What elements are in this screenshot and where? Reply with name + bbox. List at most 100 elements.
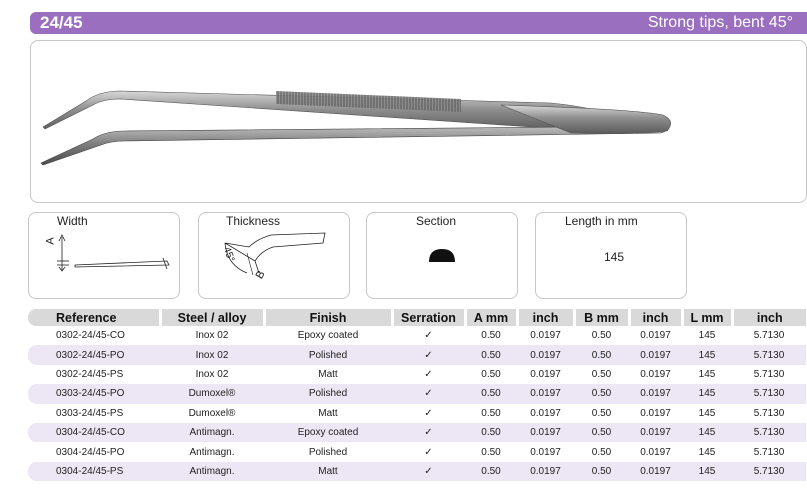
length-title: Length in mm (565, 214, 638, 228)
cell-l-mm: 145 (698, 446, 716, 458)
col-header-serration: Serration (392, 309, 467, 326)
table-header-row: Reference Steel / alloy Finish Serration… (28, 309, 806, 326)
cell-finish: Epoxy coated (297, 330, 359, 342)
cell-l-inch: 5.7130 (753, 368, 785, 380)
cell-finish: Polished (264, 345, 392, 365)
col-header-a-mm: A mm (465, 309, 519, 326)
cell-reference: 0302-24/45-CO (56, 330, 125, 342)
cell-reference: 0304-24/45-CO (28, 422, 160, 443)
section-shape-icon (429, 249, 455, 262)
cell-l-inch: 5.7130 (732, 384, 806, 404)
table-row: 0302-24/45-PO Inox 02 Polished ✓ 0.50 0.0197 0… (28, 345, 806, 365)
cell-reference: 0304-24/45-PO (56, 446, 125, 458)
section-spec-box: Section (366, 212, 518, 299)
cell-l-mm: 145 (682, 461, 732, 482)
cell-l-mm: 145 (698, 407, 716, 419)
cell-a-mm: 0.50 (465, 461, 517, 482)
cell-b-mm: 0.50 (574, 461, 629, 482)
cell-steel: Inox 02 (160, 345, 264, 365)
thickness-diagram (224, 232, 326, 276)
cell-b-inch: 0.0197 (640, 368, 671, 380)
cell-l-mm: 145 (682, 345, 732, 365)
cell-l-inch: 5.7130 (753, 446, 785, 458)
cell-a-inch: 0.0197 (530, 446, 561, 458)
cell-b-inch: 0.0197 (640, 330, 671, 342)
cell-finish: Polished (308, 446, 348, 458)
col-header-steel: Steel / alloy (160, 309, 266, 326)
cell-finish: Epoxy coated (264, 422, 392, 443)
col-header-l-mm: L mm (682, 309, 734, 326)
cell-b-inch: 0.0197 (629, 384, 682, 404)
cell-steel: Inox 02 (195, 368, 229, 380)
cell-a-inch: 0.0197 (517, 461, 574, 482)
cell-l-mm: 145 (698, 368, 716, 380)
col-header-a-inch: inch (517, 309, 576, 326)
cell-serration: ✓ (392, 422, 465, 443)
length-spec-box: Length in mm 145 (535, 212, 687, 299)
table-row: 0302-24/45-PS Inox 02 Matt ✓ 0.50 0.0197 0.50 0… (28, 365, 806, 384)
cell-steel: Inox 02 (195, 330, 229, 342)
cell-serration: ✓ (424, 407, 433, 419)
product-code: 24/45 (40, 13, 83, 32)
cell-b-mm: 0.50 (574, 422, 629, 443)
table-row: 0304-24/45-CO Antimagn. Epoxy coated ✓ 0.50 0… (28, 422, 806, 443)
cell-a-mm: 0.50 (481, 446, 501, 458)
header-bar: 24/45 Strong tips, bent 45° (30, 12, 807, 34)
cell-a-inch: 0.0197 (530, 407, 561, 419)
width-diagram (57, 234, 170, 272)
cell-finish: Matt (264, 461, 392, 482)
cell-b-mm: 0.50 (591, 446, 612, 458)
cell-reference: 0304-24/45-PS (28, 461, 160, 482)
cell-reference: 0303-24/45-PO (28, 384, 160, 404)
cell-b-mm: 0.50 (574, 345, 629, 365)
cell-steel: Antimagn. (189, 446, 235, 458)
cell-l-mm: 145 (682, 422, 732, 443)
cell-a-inch: 0.0197 (530, 368, 561, 380)
product-description: Strong tips, bent 45° (647, 14, 793, 31)
col-header-b-mm: B mm (574, 309, 631, 326)
table-row: 0302-24/45-CO Inox 02 Epoxy coated ✓ 0.50 0.0… (28, 326, 806, 345)
tweezers-image (40, 90, 671, 166)
cell-serration: ✓ (424, 446, 433, 458)
cell-b-inch: 0.0197 (629, 345, 682, 365)
cell-serration: ✓ (392, 461, 465, 482)
cell-reference: 0302-24/45-PS (56, 368, 124, 380)
cell-a-inch: 0.0197 (517, 422, 574, 443)
cell-b-inch: 0.0197 (629, 461, 682, 482)
cell-a-inch: 0.0197 (517, 345, 574, 365)
cell-a-mm: 0.50 (481, 330, 501, 342)
length-value: 145 (604, 250, 625, 264)
cell-steel: Dumoxel® (188, 407, 236, 419)
cell-b-inch: 0.0197 (640, 407, 671, 419)
cell-a-mm: 0.50 (465, 422, 517, 443)
cell-l-inch: 5.7130 (732, 422, 806, 443)
col-header-reference: Reference (28, 309, 162, 326)
cell-serration: ✓ (392, 345, 465, 365)
cell-a-inch: 0.0197 (530, 330, 561, 342)
cell-steel: Antimagn. (160, 422, 264, 443)
cell-l-mm: 145 (682, 384, 732, 404)
cell-a-mm: 0.50 (465, 345, 517, 365)
table-row: 0304-24/45-PO Antimagn. Polished ✓ 0.50 0.019… (28, 442, 806, 461)
cell-b-mm: 0.50 (591, 330, 612, 342)
cell-l-inch: 5.7130 (732, 461, 806, 482)
cell-a-mm: 0.50 (481, 368, 501, 380)
cell-steel: Dumoxel® (160, 384, 264, 404)
cell-l-mm: 145 (698, 330, 716, 342)
cell-b-mm: 0.50 (574, 384, 629, 404)
cell-serration: ✓ (424, 368, 433, 380)
cell-serration: ✓ (424, 330, 433, 342)
cell-steel: Antimagn. (160, 461, 264, 482)
cell-a-mm: 0.50 (481, 407, 501, 419)
cell-serration: ✓ (392, 384, 465, 404)
cell-finish: Polished (264, 384, 392, 404)
product-table: Reference Steel / alloy Finish Serration… (28, 309, 807, 482)
col-header-l-inch: inch (732, 309, 806, 326)
cell-b-mm: 0.50 (591, 368, 612, 380)
cell-l-inch: 5.7130 (732, 345, 806, 365)
cell-finish: Matt (318, 407, 338, 419)
thickness-spec-box: Thickness 45° B (198, 212, 350, 299)
cell-reference: 0303-24/45-PS (56, 407, 124, 419)
table-row: 0303-24/45-PO Dumoxel® Polished ✓ 0.50 0.0197… (28, 384, 806, 404)
width-letter: A (44, 237, 57, 245)
